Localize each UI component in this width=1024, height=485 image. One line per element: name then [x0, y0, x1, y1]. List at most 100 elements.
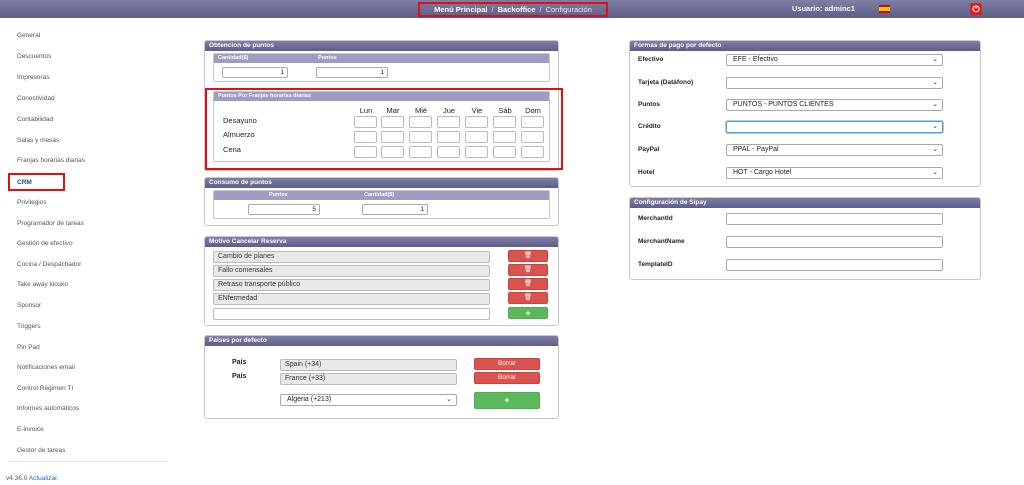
- payment-select[interactable]: PUNTOS - PUNTOS CLIENTES ⌄: [726, 99, 943, 111]
- spain-flag-icon[interactable]: [879, 5, 890, 13]
- sidebar-divider: [8, 461, 168, 462]
- chevron-down-icon: ⌄: [932, 79, 938, 86]
- sidebar-item-salas-y-mesas[interactable]: Salas y mesas: [17, 137, 59, 144]
- sidebar-item-gestor-de-tareas[interactable]: Gestor de tareas: [17, 447, 65, 454]
- sidebar-item-conectividad[interactable]: Conectividad: [17, 95, 55, 102]
- sidebar-item-gestion-de-efectivo[interactable]: Gestión de efectivo: [17, 240, 73, 247]
- sidebar-item-sponsor[interactable]: Sponsor: [17, 302, 41, 309]
- version-info: v4.36.0 Actualizar.: [6, 475, 59, 482]
- version-label: v4.36.0: [6, 475, 28, 482]
- sipay-input[interactable]: [726, 236, 943, 248]
- payment-select-value: EFE - Efectivo: [733, 56, 778, 63]
- panel-title: Paises por defecto: [205, 336, 558, 346]
- consumo-subheader: Puntos Cantidad($): [214, 191, 549, 200]
- payment-select[interactable]: PPAL - PayPal ⌄: [726, 144, 943, 156]
- power-icon[interactable]: ⏻: [970, 3, 982, 15]
- sidebar-item-pin-pad[interactable]: Pin Pad: [17, 344, 40, 351]
- payment-label: Efectivo: [638, 56, 664, 63]
- payment-select-value: PUNTOS - PUNTOS CLIENTES: [733, 101, 834, 108]
- breadcrumb-separator: /: [491, 5, 494, 14]
- motivo-item: Retraso transporte público: [213, 279, 490, 291]
- trash-icon[interactable]: 🗑: [508, 264, 548, 276]
- chevron-down-icon: ⌄: [932, 169, 938, 176]
- sipay-input[interactable]: [726, 259, 943, 271]
- motivo-item: ENfermedad: [213, 293, 490, 305]
- col-puntos: Puntos: [318, 55, 337, 61]
- pais-delete-button[interactable]: Borrar: [474, 372, 540, 384]
- trash-icon[interactable]: 🗑: [508, 250, 548, 262]
- col-cantidad: Cantidad($): [364, 192, 395, 198]
- payment-select-value: HOT - Cargo Hotel: [733, 169, 792, 176]
- sipay-label: TemplateID: [638, 261, 673, 268]
- panel-title: Formas de pago por defecto: [630, 41, 980, 51]
- pais-select[interactable]: Algeria (+213) ⌄: [280, 394, 457, 406]
- sidebar-item-cocina-despachador[interactable]: Cocina / Despachador: [17, 261, 81, 268]
- breadcrumb-menu-principal[interactable]: Menú Principal: [434, 5, 487, 14]
- consumo-puntos-input[interactable]: 5: [248, 204, 320, 215]
- pais-field: Spain (+34): [280, 359, 457, 371]
- sidebar-item-take-away-kiosko[interactable]: Take away kiosko: [17, 281, 68, 288]
- version-suffix: .: [56, 475, 59, 482]
- chevron-down-icon: ⌄: [932, 56, 938, 63]
- top-bar: Menú Principal / Backoffice / Configurac…: [0, 0, 1024, 18]
- sipay-label: MerchantId: [638, 215, 673, 222]
- update-link[interactable]: Actualizar: [29, 475, 57, 482]
- payment-select[interactable]: ⌄: [726, 121, 943, 133]
- panel-title: Obtencion de puntos: [205, 41, 558, 51]
- sidebar-item-triggers[interactable]: Triggers: [17, 323, 41, 330]
- motivo-add-button[interactable]: +: [508, 307, 548, 319]
- pais-select-value: Algeria (+213): [287, 396, 332, 403]
- payment-select[interactable]: EFE - Efectivo ⌄: [726, 54, 943, 66]
- motivo-item: Fallo comensales: [213, 265, 490, 277]
- chevron-down-icon: ⌄: [932, 146, 938, 153]
- sipay-input[interactable]: [726, 213, 943, 225]
- sipay-label: MerchantName: [638, 238, 685, 245]
- pais-add-button[interactable]: +: [474, 392, 540, 409]
- obtencion-puntos-input[interactable]: 1: [316, 67, 388, 78]
- payment-label: Puntos: [638, 101, 661, 108]
- sidebar-item-descuentos[interactable]: Descuentos: [17, 53, 51, 60]
- pais-delete-button[interactable]: Borrar: [474, 358, 540, 370]
- user-label: Usuario: adminc1: [792, 4, 855, 13]
- payment-select[interactable]: ⌄: [726, 77, 943, 89]
- payment-label: Tarjeta (Datáfono): [638, 79, 694, 86]
- breadcrumb-backoffice[interactable]: Backoffice: [498, 5, 536, 14]
- consumo-cantidad-input[interactable]: 1: [362, 204, 428, 215]
- breadcrumb-configuracion: Configuración: [545, 5, 592, 14]
- chevron-down-icon: ⌄: [932, 101, 938, 108]
- sidebar-item-notificaciones-email[interactable]: Notificaciones email: [17, 364, 75, 371]
- obtencion-cantidad-input[interactable]: 1: [222, 67, 288, 78]
- sidebar-item-e-invoice[interactable]: E-invoice: [17, 426, 44, 433]
- sidebar-item-privilegios[interactable]: Privilegios: [17, 199, 47, 206]
- pais-label: País: [232, 373, 247, 380]
- payment-label: Hotel: [638, 169, 655, 176]
- crm-highlight-box: [8, 173, 65, 191]
- col-cantidad: Cantidad($): [218, 55, 249, 61]
- sidebar-item-contabilidad[interactable]: Contabilidad: [17, 116, 53, 123]
- sidebar-item-programador-de-tareas[interactable]: Programador de tareas: [17, 220, 84, 227]
- chevron-down-icon: ⌄: [932, 123, 938, 130]
- payment-select[interactable]: HOT - Cargo Hotel ⌄: [726, 167, 943, 179]
- pais-field: France (+33): [280, 373, 457, 385]
- trash-icon[interactable]: 🗑: [508, 278, 548, 290]
- payment-label: Crédito: [638, 123, 661, 130]
- breadcrumb-separator: /: [539, 5, 542, 14]
- sidebar-item-impresoras[interactable]: Impresoras: [17, 74, 50, 81]
- payment-select-value: PPAL - PayPal: [733, 146, 779, 153]
- sidebar-item-general[interactable]: General: [17, 32, 40, 39]
- panel-title: Motivo Cancelar Reserva: [205, 237, 558, 247]
- sidebar-item-informes-automaticos[interactable]: Informes automáticos: [17, 405, 79, 412]
- obtencion-subheader: Cantidad($) Puntos: [214, 54, 549, 63]
- pais-label: País: [232, 359, 247, 366]
- sidebar-item-control-regimen-ti[interactable]: Control Régimen TI: [17, 385, 73, 392]
- sidebar-item-franjas-horarias-diarias[interactable]: Franjas horarias diarias: [17, 157, 85, 164]
- breadcrumb: Menú Principal / Backoffice / Configurac…: [418, 2, 608, 17]
- col-puntos: Puntos: [269, 192, 288, 198]
- chevron-down-icon: ⌄: [446, 396, 452, 403]
- trash-icon[interactable]: 🗑: [508, 292, 548, 304]
- motivo-new-input[interactable]: [213, 308, 490, 320]
- motivo-item: Cambio de planes: [213, 251, 490, 263]
- franjas-highlight-box: [205, 88, 563, 170]
- payment-label: PayPal: [638, 146, 660, 153]
- panel-title: Configuración de Sipay: [630, 198, 980, 208]
